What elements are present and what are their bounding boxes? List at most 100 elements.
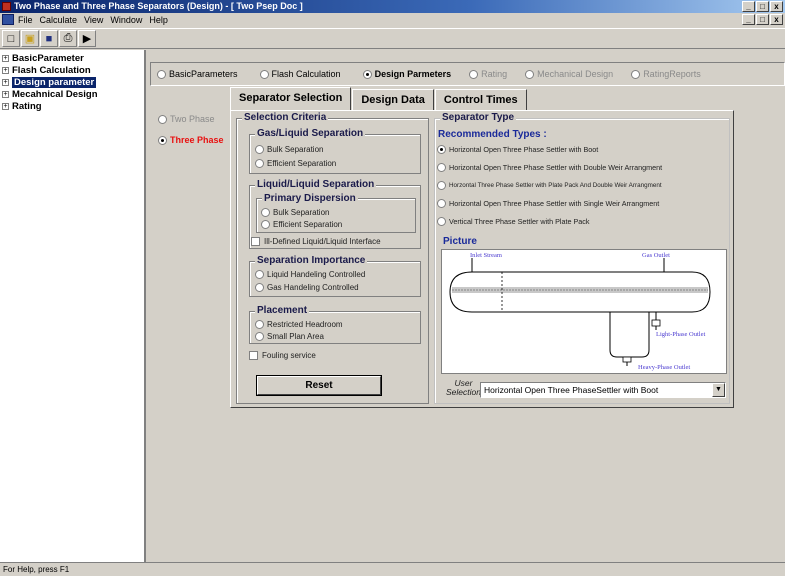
chevron-down-icon[interactable]: ▼ — [712, 383, 725, 397]
reset-button[interactable]: Reset — [257, 376, 381, 395]
radio-icon — [525, 69, 535, 79]
radio-primary-bulk-separation[interactable]: Bulk Separation — [261, 208, 329, 217]
radio-icon — [158, 135, 167, 145]
radio-icon — [437, 145, 446, 154]
radio-basic-parameters[interactable]: BasicParameters — [157, 69, 238, 79]
radio-type-vertical-plate-pack[interactable]: Vertical Three Phase Settler with Plate … — [437, 217, 590, 226]
toolbar: □ ▣ ■ ⎙ ▶ — [0, 28, 785, 49]
tab-strip: Separator Selection Design Data Control … — [230, 87, 528, 110]
radio-mechanical-design[interactable]: Mechanical Design — [525, 69, 613, 79]
inlet-stream-label: Inlet Stream — [470, 252, 502, 259]
radio-rating-reports[interactable]: RatingReports — [631, 69, 701, 79]
radio-design-parameters[interactable]: Design Parmeters — [362, 69, 451, 79]
navigation-tree: + BasicParameter + Flash Calculation + D… — [0, 50, 146, 562]
menu-file[interactable]: File — [18, 15, 33, 25]
checkbox-icon — [251, 237, 260, 246]
radio-type-plate-pack-double-weir[interactable]: Horzontal Three Phase Settler with Plate… — [437, 181, 662, 190]
tree-item-basic-parameter[interactable]: + BasicParameter — [2, 53, 84, 64]
placement-title: Placement — [255, 305, 310, 316]
checkbox-icon — [249, 351, 258, 360]
doc-minimize-button[interactable]: _ — [742, 14, 755, 25]
document-icon[interactable] — [2, 14, 14, 25]
radio-icon — [255, 283, 264, 292]
radio-icon — [255, 145, 264, 154]
radio-three-phase[interactable]: Three Phase — [158, 135, 224, 145]
radio-gas-bulk-separation[interactable]: Bulk Separation — [255, 145, 323, 154]
expand-icon[interactable]: + — [2, 79, 9, 86]
radio-liquid-handling-controlled[interactable]: Liquid Handeling Controlled — [255, 270, 365, 279]
radio-icon — [437, 181, 446, 190]
separator-picture: Inlet Stream Gas Outlet Light-Phase Outl… — [441, 249, 727, 374]
heavy-phase-outlet-label: Heavy-Phase Outlet — [638, 364, 690, 371]
tree-item-flash-calculation[interactable]: + Flash Calculation — [2, 65, 91, 76]
new-icon[interactable]: □ — [2, 30, 20, 47]
radio-gas-efficient-separation[interactable]: Efficient Separation — [255, 159, 336, 168]
radio-icon — [469, 69, 479, 79]
close-button[interactable]: x — [770, 1, 783, 12]
open-icon[interactable]: ▣ — [21, 30, 39, 47]
selection-criteria-title: Selection Criteria — [242, 112, 329, 123]
expand-icon[interactable]: + — [2, 55, 9, 62]
recommended-types-heading: Recommended Types : — [438, 129, 547, 140]
radio-gas-handling-controlled[interactable]: Gas Handeling Controlled — [255, 283, 359, 292]
radio-flash-calculation[interactable]: Flash Calculation — [259, 69, 341, 79]
radio-primary-efficient-separation[interactable]: Efficient Separation — [261, 220, 342, 229]
radio-two-phase[interactable]: Two Phase — [158, 114, 215, 124]
gas-liquid-title: Gas/Liquid Separation — [255, 128, 366, 139]
expand-icon[interactable]: + — [2, 91, 9, 98]
radio-restricted-headroom[interactable]: Restricted Headroom — [255, 320, 343, 329]
status-bar: For Help, press F1 — [0, 562, 785, 576]
ill-defined-interface-checkbox[interactable]: Ill-Defined Liquid/Liquid Interface — [251, 237, 381, 246]
radio-type-boot[interactable]: Horizontal Open Three Phase Settler with… — [437, 145, 598, 154]
radio-icon — [255, 270, 264, 279]
expand-icon[interactable]: + — [2, 67, 9, 74]
radio-icon — [437, 199, 446, 208]
radio-icon — [631, 69, 641, 79]
radio-icon — [261, 208, 270, 217]
tab-design-data[interactable]: Design Data — [352, 89, 434, 110]
status-text: For Help, press F1 — [3, 565, 70, 574]
tree-item-rating[interactable]: + Rating — [2, 101, 42, 112]
light-phase-outlet-label: Light-Phase Outlet — [656, 331, 705, 338]
radio-type-single-weir[interactable]: Horizontal Open Three Phase Settler with… — [437, 199, 659, 208]
radio-small-plan-area[interactable]: Small Plan Area — [255, 332, 324, 341]
radio-icon — [259, 69, 269, 79]
gas-liquid-group: Gas/Liquid Separation — [249, 128, 421, 174]
expand-icon[interactable]: + — [2, 103, 9, 110]
window-title: Two Phase and Three Phase Separators (De… — [14, 1, 303, 11]
boot — [609, 312, 650, 358]
heavy-phase-valve — [622, 356, 632, 363]
radio-icon — [437, 217, 446, 226]
radio-icon — [362, 69, 372, 79]
radio-type-double-weir[interactable]: Horizontal Open Three Phase Settler with… — [437, 163, 662, 172]
menu-window[interactable]: Window — [110, 15, 142, 25]
liquid-liquid-title: Liquid/Liquid Separation — [255, 179, 377, 190]
minimize-button[interactable]: _ — [742, 1, 755, 12]
separation-importance-title: Separation Importance — [255, 255, 368, 266]
tree-item-mechanical-design[interactable]: + Mecahnical Design — [2, 89, 98, 100]
radio-icon — [255, 332, 264, 341]
title-bar: Two Phase and Three Phase Separators (De… — [0, 0, 785, 13]
fouling-service-checkbox[interactable]: Fouling service — [249, 351, 316, 360]
doc-restore-button[interactable]: □ — [756, 14, 769, 25]
separator-type-title: Separator Type — [440, 112, 517, 123]
tab-separator-selection[interactable]: Separator Selection — [230, 87, 352, 110]
menu-calculate[interactable]: Calculate — [40, 15, 78, 25]
save-icon[interactable]: ■ — [40, 30, 58, 47]
menu-help[interactable]: Help — [149, 15, 168, 25]
radio-icon — [255, 320, 264, 329]
print-icon[interactable]: ⎙ — [59, 30, 77, 47]
menu-view[interactable]: View — [84, 15, 103, 25]
flag-icon[interactable]: ▶ — [78, 30, 96, 47]
tree-item-design-parameter[interactable]: + Design parameter — [2, 77, 97, 88]
user-selection-label: User Selection — [446, 378, 481, 397]
user-selection-dropdown[interactable]: Horizontal Open Three PhaseSettler with … — [480, 382, 726, 398]
app-icon[interactable] — [2, 2, 11, 11]
radio-icon — [437, 163, 446, 172]
radio-icon — [157, 69, 166, 79]
radio-rating[interactable]: Rating — [469, 69, 507, 79]
maximize-button[interactable]: □ — [756, 1, 769, 12]
doc-close-button[interactable]: x — [770, 14, 783, 25]
tab-control-times[interactable]: Control Times — [434, 89, 527, 110]
radio-icon — [158, 114, 167, 124]
